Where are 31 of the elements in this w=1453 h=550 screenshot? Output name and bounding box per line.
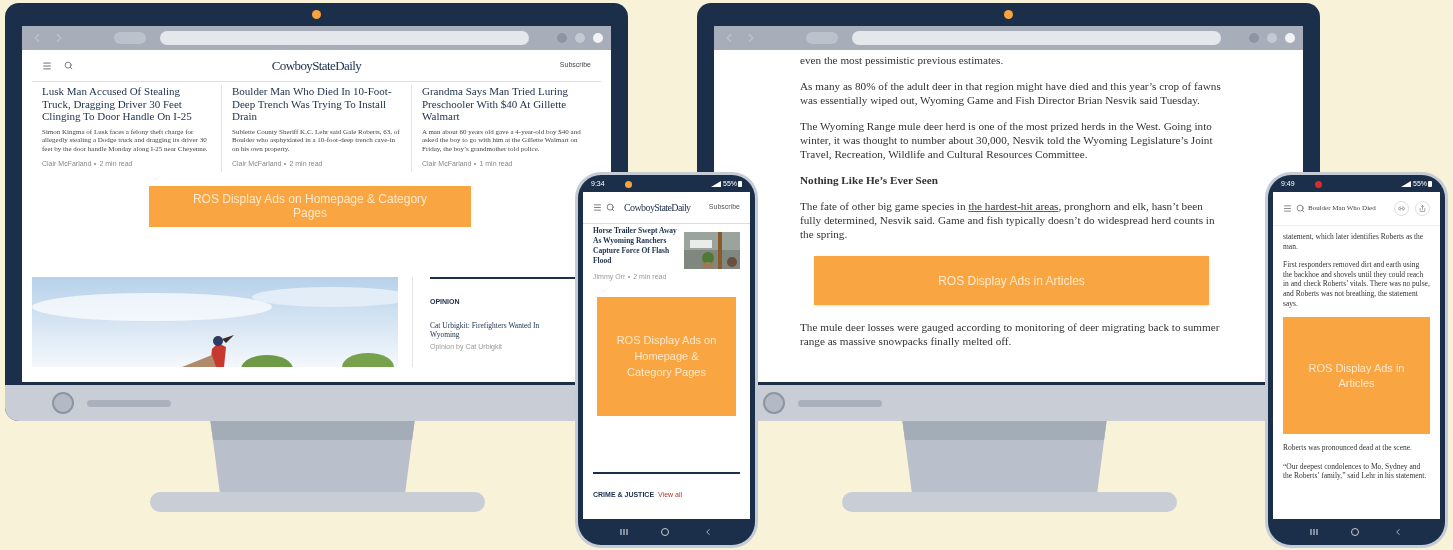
link-icon: [1398, 205, 1405, 212]
article-headline[interactable]: Grandma Says Man Tried Luring Preschooler With $40 At Gillette Walmart: [422, 85, 591, 123]
recent-apps-icon[interactable]: [1309, 528, 1318, 536]
power-button[interactable]: [763, 392, 785, 414]
search-icon[interactable]: [1296, 204, 1305, 213]
article-subheading: Nothing Like He’s Ever Seen: [800, 173, 939, 187]
menu-icon[interactable]: [42, 60, 52, 71]
search-icon[interactable]: [64, 61, 73, 70]
ad-banner: ROS Display Ads in Articles: [814, 256, 1209, 305]
menu-icon[interactable]: [1283, 204, 1292, 213]
article-paragraph: The fate of other big game species in the hardest-hit areas, pronghorn and elk, hasn’t been fully determined, Nesvik said. Game and fish typically doesn’t do widespread herd counts in the spring.: [800, 199, 1216, 241]
article-paragraph: The Wyoming Range mule deer herd is one of the most prized herds in the West. Going into winter, it was thought to number about 30,000, Nesvik told the Wyoming Legislature’s Joint Travel, Recreation, Wildlife and Cultural Resources Committee.: [800, 119, 1214, 161]
site-logo[interactable]: CowboyStateDaily: [624, 200, 691, 215]
ad-banner: ROS Display Ads in Articles: [1283, 317, 1430, 435]
battery-icon: [738, 181, 742, 187]
menu-icon[interactable]: [593, 203, 602, 212]
article-headline[interactable]: Lusk Man Accused Of Stealing Truck, Dragging Driver 30 Feet Clinging To Door Handle On I-25: [42, 85, 211, 123]
article-headline[interactable]: Boulder Man Who Died In 10-Foot-Deep Trench Was Trying To Install Drain: [232, 85, 401, 123]
battery-icon: [1428, 181, 1432, 187]
power-button[interactable]: [52, 392, 74, 414]
search-icon[interactable]: [606, 203, 615, 212]
ad-banner: ROS Display Ads on Homepage & Category Pages: [597, 296, 736, 416]
signal-icon: [1401, 181, 1411, 187]
recent-apps-icon[interactable]: [619, 528, 628, 536]
site-logo[interactable]: CowboyStateDaily: [271, 55, 362, 76]
article-paragraph: The mule deer losses were gauged according to monitoring of deer migrating back to summer range as massive snowpacks finally melted off.: [800, 320, 1221, 348]
share-icon: [1419, 205, 1426, 212]
article-paragraph: even the most pessimistic previous estimates.: [800, 53, 1005, 67]
signal-icon: [711, 181, 721, 187]
article-paragraph: As many as 80% of the adult deer in that region might have died and this year’s crop of fawns was essentially wiped out, Wyoming Game and Fish Director Brian Nesvik said Tuesday.: [800, 79, 1222, 107]
ad-banner: ROS Display Ads on Homepage & Category Pages: [149, 185, 471, 227]
